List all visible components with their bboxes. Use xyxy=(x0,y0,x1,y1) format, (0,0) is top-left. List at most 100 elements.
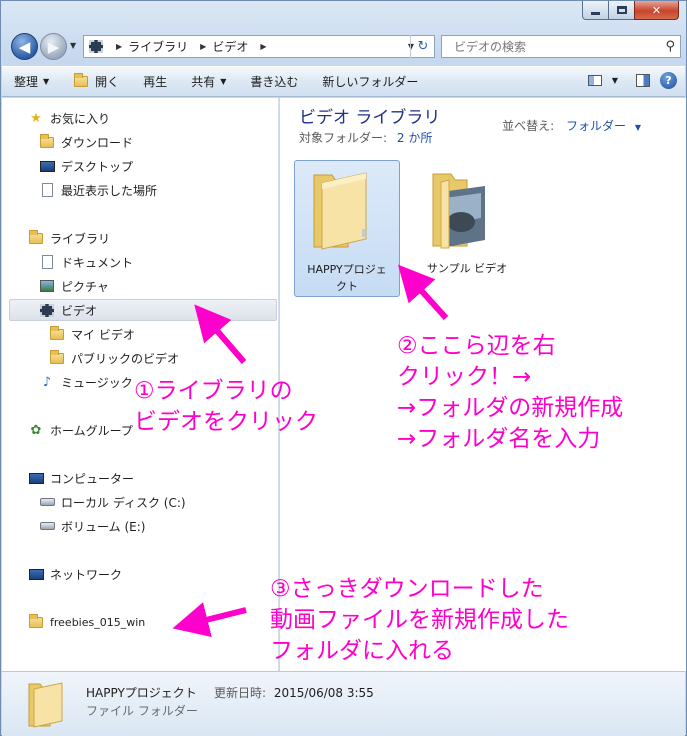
sidebar-item-label: ボリューム (E:) xyxy=(61,519,146,534)
sidebar-item-label: お気に入り xyxy=(50,111,111,126)
refresh-button[interactable]: ↻ xyxy=(410,35,435,58)
target-folders-link[interactable]: 2 か所 xyxy=(397,131,432,145)
preview-pane-icon[interactable] xyxy=(636,74,650,87)
annotation-step-3: ③さっきダウンロードした 動画ファイルを新規作成した フォルダに入れる xyxy=(270,574,569,667)
sidebar-item-volume-e[interactable]: ボリューム (E:) xyxy=(39,515,145,537)
sidebar-item-pictures[interactable]: ピクチャ xyxy=(39,275,109,297)
back-arrow-icon: ◀ xyxy=(18,37,31,56)
sample-videos-folder-icon xyxy=(432,173,485,249)
sidebar-item-label: ローカル ディスク (C:) xyxy=(61,495,186,510)
folder-name-line-1: HAPPYプロジェ xyxy=(307,263,387,276)
burn-button[interactable]: 書き込む xyxy=(238,67,310,96)
details-modified-value: 2015/06/08 3:55 xyxy=(273,686,374,700)
chevron-down-icon: ▼ xyxy=(220,77,227,86)
target-folders: 対象フォルダー: 2 か所 xyxy=(299,129,432,146)
toolbar-right: ▼ ? xyxy=(587,72,677,89)
search-input[interactable] xyxy=(452,38,652,55)
sidebar-item-label: パブリックのビデオ xyxy=(71,351,180,366)
large-folder-icon xyxy=(313,172,367,250)
breadcrumb-chevron-icon[interactable]: ▶ xyxy=(116,42,122,51)
folder-open-icon xyxy=(73,73,89,90)
help-icon[interactable]: ? xyxy=(660,72,677,89)
new-folder-button[interactable]: 新しいフォルダー xyxy=(310,67,430,96)
folder-tile-label: HAPPYプロジェ クト xyxy=(295,261,399,295)
annotation-line: 動画ファイルを新規作成した xyxy=(270,607,569,633)
search-box[interactable]: ⚲ xyxy=(441,35,681,58)
local-disk-icon xyxy=(39,494,55,510)
sidebar-item-network[interactable]: ネットワーク xyxy=(28,563,122,585)
arrange-by-label: 並べ替え: xyxy=(502,119,555,133)
computer-icon xyxy=(28,470,44,486)
sidebar-item-homegroup[interactable]: ✿ ホームグループ xyxy=(28,419,133,441)
arrange-by-dropdown[interactable]: フォルダー xyxy=(566,119,626,133)
organize-button[interactable]: 整理 ▼ xyxy=(2,67,61,96)
open-button[interactable]: 開く xyxy=(61,67,131,96)
breadcrumb-videos[interactable]: ビデオ xyxy=(212,38,248,55)
sidebar-item-public-videos[interactable]: パブリックのビデオ xyxy=(49,347,179,369)
maximize-icon xyxy=(616,6,627,14)
sidebar-item-label: ピクチャ xyxy=(61,279,109,294)
search-icon[interactable]: ⚲ xyxy=(665,39,675,54)
sidebar-item-my-videos[interactable]: マイ ビデオ xyxy=(49,323,135,345)
address-bar[interactable]: ▶ ライブラリ ▶ ビデオ ▶ ▼ xyxy=(83,35,435,58)
desktop-icon xyxy=(39,158,55,174)
navigation-bar: ◀ ▶ ▼ ▶ ライブラリ ▶ ビデオ ▶ ▼ ↻ ⚲ xyxy=(9,31,681,63)
folder-name-line-1: サンプル ビデオ xyxy=(426,262,508,275)
annotation-line: フォルダに入れる xyxy=(270,638,454,664)
sidebar-item-label: ビデオ xyxy=(61,303,98,318)
forward-arrow-icon: ▶ xyxy=(47,37,60,56)
homegroup-icon: ✿ xyxy=(30,422,42,438)
breadcrumb-libraries[interactable]: ライブラリ xyxy=(128,38,188,55)
back-button[interactable]: ◀ xyxy=(11,33,38,60)
close-button[interactable]: ✕ xyxy=(634,1,679,20)
sidebar-item-desktop[interactable]: デスクトップ xyxy=(39,155,133,177)
folder-tile-happy-project[interactable]: HAPPYプロジェ クト xyxy=(294,160,400,297)
share-button[interactable]: 共有 ▼ xyxy=(179,67,238,96)
sidebar-item-label: ホームグループ xyxy=(50,423,133,438)
sidebar-item-label: マイ ビデオ xyxy=(71,327,135,342)
chevron-down-icon[interactable]: ▼ xyxy=(635,123,641,132)
annotation-line: ③さっきダウンロードした xyxy=(270,576,544,602)
play-label: 再生 xyxy=(143,75,168,89)
sidebar-item-local-disk[interactable]: ローカル ディスク (C:) xyxy=(39,491,186,513)
close-icon: ✕ xyxy=(651,3,662,17)
chevron-down-icon: ▼ xyxy=(43,77,50,86)
breadcrumb-chevron-icon[interactable]: ▶ xyxy=(200,42,206,51)
sidebar-item-videos[interactable]: ビデオ xyxy=(9,299,277,321)
breadcrumb-chevron-icon[interactable]: ▶ xyxy=(260,42,266,51)
organize-label: 整理 xyxy=(14,75,39,89)
sidebar-item-computer[interactable]: コンピューター xyxy=(28,467,134,489)
sidebar-item-freebies[interactable]: freebies_015_win xyxy=(28,611,145,633)
details-type: ファイル フォルダー xyxy=(86,704,198,718)
view-options-icon[interactable] xyxy=(587,75,602,86)
sidebar-item-recent[interactable]: 最近表示した場所 xyxy=(39,179,157,201)
sidebar-item-label: デスクトップ xyxy=(61,159,134,174)
share-label: 共有 xyxy=(191,75,216,89)
folder-icon xyxy=(49,325,65,342)
minimize-button[interactable] xyxy=(582,1,608,20)
play-button[interactable]: 再生 xyxy=(131,67,179,96)
maximize-button[interactable] xyxy=(608,1,634,20)
forward-button[interactable]: ▶ xyxy=(40,33,67,60)
annotation-line: ①ライブラリの xyxy=(134,378,293,404)
folder-tile-label: サンプル ビデオ xyxy=(414,260,520,277)
annotation-line: ビデオをクリック xyxy=(134,409,318,435)
star-icon: ★ xyxy=(30,110,42,126)
refresh-icon: ↻ xyxy=(417,39,429,54)
sidebar-item-label: ダウンロード xyxy=(61,135,134,150)
sidebar-item-favorites[interactable]: ★ お気に入り xyxy=(28,107,110,129)
sidebar-item-label: ライブラリ xyxy=(50,231,111,246)
folder-tile-sample-videos[interactable]: サンプル ビデオ xyxy=(414,160,520,297)
command-bar: 整理 ▼ 開く 再生 共有 ▼ 書き込む 新しいフォルダー ▼ ? xyxy=(2,66,685,97)
annotation-line: →フォルダ名を入力 xyxy=(397,426,601,452)
sidebar-item-libraries[interactable]: ライブラリ xyxy=(28,227,110,249)
annotation-step-2: ②ここら辺を右 クリック！→ →フォルダの新規作成 →フォルダ名を入力 xyxy=(397,331,623,455)
recent-pages-dropdown[interactable]: ▼ xyxy=(70,41,76,50)
sidebar-item-music[interactable]: ♪ ミュージック xyxy=(39,371,133,393)
view-dropdown-icon[interactable]: ▼ xyxy=(612,76,618,85)
sidebar-item-documents[interactable]: ドキュメント xyxy=(39,251,133,273)
sidebar-item-downloads[interactable]: ダウンロード xyxy=(39,131,133,153)
sidebar-item-label: freebies_015_win xyxy=(50,615,146,629)
sidebar-item-label: 最近表示した場所 xyxy=(61,183,158,198)
sidebar-item-label: ミュージック xyxy=(61,375,133,390)
